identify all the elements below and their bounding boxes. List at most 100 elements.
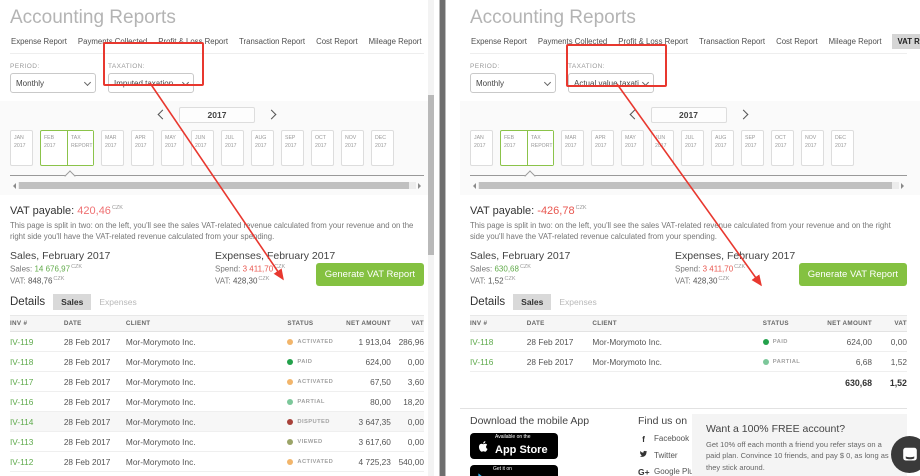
invoice-row[interactable]: IV-11828 Feb 2017Mor-Morymoto Inc.PAID62… [470, 332, 907, 352]
month-tile-tax[interactable]: TAXREPORT [67, 131, 93, 165]
month-tile-sep[interactable]: SEP2017 [281, 130, 304, 166]
chat-launcher-button[interactable] [891, 436, 920, 473]
cell-invoice-number[interactable]: IV-118 [10, 357, 64, 367]
screenshot-divider [440, 0, 445, 476]
scrollbar-thumb[interactable] [19, 182, 409, 189]
month-tile-dec[interactable]: DEC2017 [831, 130, 854, 166]
month-tile-feb[interactable]: FEB2017 [501, 131, 527, 165]
generate-vat-report-button[interactable]: Generate VAT Report [316, 263, 424, 286]
generate-vat-report-button[interactable]: Generate VAT Report [799, 263, 907, 286]
cell-date: 28 Feb 2017 [64, 437, 126, 447]
tab-cost-report[interactable]: Cost Report [315, 34, 359, 49]
spend-label: Spend: [215, 265, 240, 274]
invoice-row[interactable]: IV-11428 Feb 2017Mor-Morymoto Inc.DISPUT… [10, 412, 424, 432]
month-tile-mar[interactable]: MAR2017 [561, 130, 584, 166]
tab-mileage-report[interactable]: Mileage Report [828, 34, 883, 49]
cell-invoice-number[interactable]: IV-113 [10, 437, 64, 447]
social-link-google-plus[interactable]: G+ Google Plus [638, 467, 698, 476]
month-tile-may[interactable]: MAY2017 [161, 130, 184, 166]
social-link-facebook[interactable]: f Facebook [638, 434, 698, 444]
cell-invoice-number[interactable]: IV-114 [10, 417, 64, 427]
period-select[interactable]: Monthly [470, 73, 556, 93]
prev-year-icon[interactable] [629, 110, 639, 120]
month-tile-jun[interactable]: JUN2017 [191, 130, 214, 166]
invoice-row[interactable]: IV-11828 Feb 2017Mor-Morymoto Inc.PAID62… [10, 352, 424, 372]
details-tab-sales[interactable]: Sales [513, 294, 551, 310]
selected-month-pair[interactable]: FEB2017TAXREPORT [500, 130, 554, 166]
year-value[interactable]: 2017 [651, 107, 727, 123]
month-tile-line1: MAY [625, 134, 643, 142]
month-tile-nov[interactable]: NOV2017 [341, 130, 364, 166]
details-tab-expenses[interactable]: Expenses [91, 294, 144, 310]
cell-invoice-number[interactable]: IV-116 [10, 397, 64, 407]
invoice-row[interactable]: IV-11628 Feb 2017Mor-Morymoto Inc.PARTIA… [10, 392, 424, 412]
scroll-right-icon[interactable] [901, 183, 907, 189]
period-select[interactable]: Monthly [10, 73, 96, 93]
details-tab-expenses[interactable]: Expenses [551, 294, 604, 310]
month-tile-apr[interactable]: APR2017 [591, 130, 614, 166]
tab-cost-report[interactable]: Cost Report [775, 34, 819, 49]
month-tile-jun[interactable]: JUN2017 [651, 130, 674, 166]
month-tile-apr[interactable]: APR2017 [131, 130, 154, 166]
col-client: CLIENT [592, 320, 762, 327]
tab-expense-report[interactable]: Expense Report [10, 34, 68, 49]
month-tile-jan[interactable]: JAN2017 [10, 130, 33, 166]
tab-vat-report[interactable]: VAT Report [892, 34, 920, 49]
cell-invoice-number[interactable]: IV-116 [470, 357, 527, 367]
cell-invoice-number[interactable]: IV-117 [10, 377, 64, 387]
vertical-scrollbar-thumb[interactable] [428, 95, 434, 255]
month-tile-jan[interactable]: JAN2017 [470, 130, 493, 166]
google-play-badge[interactable]: Get it onGoogle Play [470, 465, 558, 476]
month-tile-aug[interactable]: AUG2017 [711, 130, 734, 166]
invoice-row[interactable]: IV-11728 Feb 2017Mor-Morymoto Inc.ACTIVA… [10, 372, 424, 392]
month-tile-aug[interactable]: AUG2017 [251, 130, 274, 166]
month-tile-oct[interactable]: OCT2017 [771, 130, 794, 166]
scrollbar-track[interactable] [478, 182, 899, 189]
scroll-right-icon[interactable] [418, 183, 424, 189]
tab-transaction-report[interactable]: Transaction Report [238, 34, 306, 49]
tab-transaction-report[interactable]: Transaction Report [698, 34, 766, 49]
status-dot-icon [287, 399, 293, 405]
app-store-badge[interactable]: Available on theApp Store [470, 433, 558, 459]
tab-mileage-report[interactable]: Mileage Report [368, 34, 423, 49]
details-tab-sales[interactable]: Sales [53, 294, 91, 310]
month-tile-feb[interactable]: FEB2017 [41, 131, 67, 165]
scroll-left-icon[interactable] [10, 183, 16, 189]
scrollbar-track[interactable] [18, 182, 416, 189]
cell-invoice-number[interactable]: IV-118 [470, 337, 527, 347]
month-tile-sep[interactable]: SEP2017 [741, 130, 764, 166]
invoice-row[interactable]: IV-11501 Feb 2017Mor-Morymoto Inc.OVERDU… [10, 472, 424, 476]
year-value[interactable]: 2017 [179, 107, 255, 123]
month-tile-nov[interactable]: NOV2017 [801, 130, 824, 166]
month-tile-oct[interactable]: OCT2017 [311, 130, 334, 166]
month-tile-line2: REPORT [531, 142, 553, 150]
scrollbar-thumb[interactable] [479, 182, 892, 189]
cell-invoice-number[interactable]: IV-119 [10, 337, 64, 347]
month-tile-line1: NOV [345, 134, 363, 142]
invoice-row[interactable]: IV-11228 Feb 2017Mor-Morymoto Inc.ACTIVA… [10, 452, 424, 472]
next-year-icon[interactable] [738, 110, 748, 120]
month-tile-mar[interactable]: MAR2017 [101, 130, 124, 166]
tab-expense-report[interactable]: Expense Report [470, 34, 528, 49]
status-label: PAID [297, 359, 312, 365]
selected-month-pair[interactable]: FEB2017TAXREPORT [40, 130, 94, 166]
vertical-scrollbar[interactable] [428, 0, 434, 476]
horizontal-scrollbar[interactable] [10, 182, 424, 189]
month-tile-line1: NOV [805, 134, 823, 142]
invoice-row[interactable]: IV-11628 Feb 2017Mor-Morymoto Inc.PARTIA… [470, 352, 907, 372]
vat-payable-label: VAT payable: [10, 205, 74, 217]
status-label: ACTIVATED [297, 379, 333, 385]
next-year-icon[interactable] [267, 110, 277, 120]
invoice-row[interactable]: IV-11328 Feb 2017Mor-Morymoto Inc.VIEWED… [10, 432, 424, 452]
month-tile-dec[interactable]: DEC2017 [371, 130, 394, 166]
month-tile-may[interactable]: MAY2017 [621, 130, 644, 166]
month-tile-tax[interactable]: TAXREPORT [527, 131, 553, 165]
invoice-row[interactable]: IV-11928 Feb 2017Mor-Morymoto Inc.ACTIVA… [10, 332, 424, 352]
scroll-left-icon[interactable] [470, 183, 476, 189]
month-tile-jul[interactable]: JUL2017 [221, 130, 244, 166]
prev-year-icon[interactable] [158, 110, 168, 120]
horizontal-scrollbar[interactable] [470, 182, 907, 189]
social-link-twitter[interactable]: Twitter [638, 450, 698, 460]
month-tile-jul[interactable]: JUL2017 [681, 130, 704, 166]
cell-invoice-number[interactable]: IV-112 [10, 457, 64, 467]
